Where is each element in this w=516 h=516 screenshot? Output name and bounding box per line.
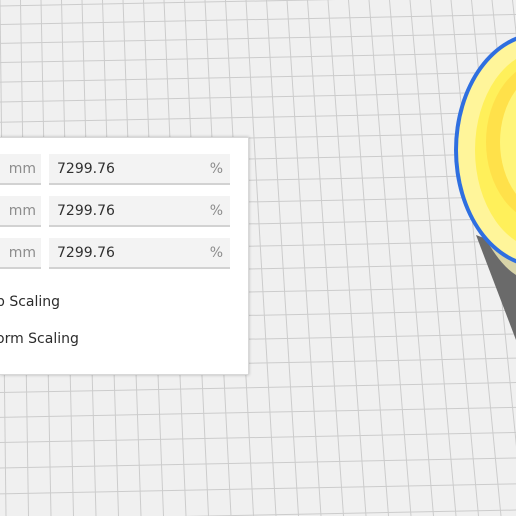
scale-z-percent-value: 7299.76 [57, 245, 115, 261]
scale-x-mm-field[interactable]: mm [0, 154, 41, 185]
snap-scaling-label: p Scaling [0, 294, 61, 310]
scale-x-mm-unit: mm [8, 161, 36, 177]
uniform-scaling-label: orm Scaling [0, 331, 79, 347]
scale-y-percent-field[interactable]: 7299.76 % [49, 196, 230, 227]
scale-x-percent-value: 7299.76 [57, 161, 115, 177]
snap-scaling-checkbox[interactable]: p Scaling [0, 294, 60, 310]
scale-y-percent-unit: % [209, 203, 223, 219]
scale-z-percent-field[interactable]: 7299.76 % [49, 238, 230, 269]
scale-y-mm-unit: mm [8, 203, 36, 219]
scale-z-mm-field[interactable]: mm [0, 238, 41, 269]
uniform-scaling-checkbox[interactable]: orm Scaling [0, 331, 79, 347]
scale-x-percent-unit: % [209, 161, 223, 177]
scale-tool-panel: mm 7299.76 % mm 7299.76 % mm 7299.76 % p… [0, 137, 249, 375]
scale-x-percent-field[interactable]: 7299.76 % [49, 154, 230, 185]
scale-y-percent-value: 7299.76 [57, 203, 115, 219]
scale-y-mm-field[interactable]: mm [0, 196, 41, 227]
scale-z-percent-unit: % [209, 245, 223, 261]
scale-z-mm-unit: mm [8, 245, 36, 261]
